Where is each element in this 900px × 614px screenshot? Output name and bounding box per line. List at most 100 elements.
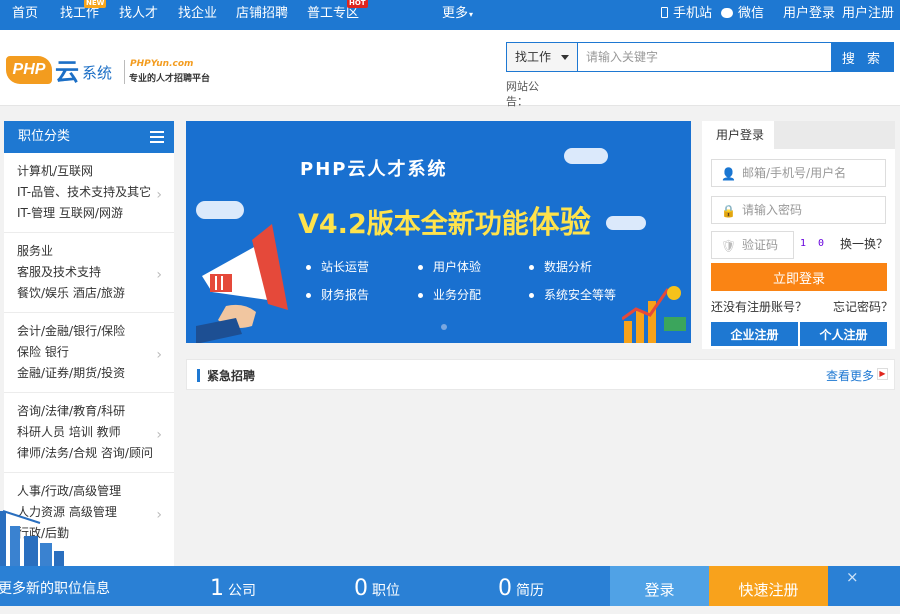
category-heading[interactable]: 服务业: [17, 241, 174, 262]
site-notice-label: 网站公告：: [506, 80, 539, 108]
user-icon: 👤: [721, 167, 736, 181]
nav-find-job-label: 找工作: [60, 6, 100, 21]
sidebar-title: 职位分类: [18, 129, 71, 144]
view-more-link[interactable]: 查看更多: [826, 367, 874, 384]
password-input[interactable]: [742, 197, 882, 223]
banner-feature: 系统安全等等: [529, 286, 616, 303]
logo-slogan: 专业的人才招聘平台: [129, 74, 211, 84]
resume-count-stat: 0 简历: [498, 566, 544, 606]
nav-more[interactable]: 更多▾: [442, 0, 473, 30]
nav-home[interactable]: 首页: [12, 0, 38, 30]
login-panel: 用户登录 👤 🔒 🛡 1 0 6 换一换？ 立即登录 还没有注册账号？ 忘记密码…: [702, 121, 895, 349]
refresh-captcha-link[interactable]: 换一换？: [840, 235, 888, 252]
chevron-right-icon: ›: [156, 187, 162, 203]
shield-icon: 🛡: [721, 239, 737, 253]
top-navigation: 首页 找工作 NEW 找人才 找企业 店铺招聘 普工专区 HOT 更多▾ 手机站 微…: [0, 0, 900, 30]
category-line[interactable]: 餐饮/娱乐 酒店/旅游: [17, 283, 174, 304]
forgot-password-link[interactable]: 忘记密码？: [833, 298, 893, 315]
password-field[interactable]: 🔒: [711, 196, 886, 224]
close-icon[interactable]: ×: [846, 568, 859, 586]
captcha-image[interactable]: 1 0 6: [800, 232, 840, 273]
category-group[interactable]: 咨询/法律/教育/科研 科研人员 培训 教师 律师/法务/合规 咨询/顾问 ›: [4, 393, 174, 473]
category-line[interactable]: IT-品管、技术支持及其它: [17, 182, 174, 203]
chevron-right-icon: ›: [156, 427, 162, 443]
section-marker: [197, 369, 200, 382]
arrow-right-icon[interactable]: ▶: [877, 368, 888, 380]
list-menu-icon: [150, 131, 164, 143]
username-input[interactable]: [742, 160, 882, 186]
category-heading[interactable]: 会计/金融/银行/保险: [17, 321, 174, 342]
banner-feature: 用户体验: [418, 258, 481, 275]
mobile-site-label: 手机站: [673, 6, 713, 21]
banner-headline-emphasis: 体验: [528, 205, 591, 241]
bottom-prefix-text: 更多新的职位信息: [0, 581, 110, 597]
company-register-button[interactable]: 企业注册: [711, 322, 798, 346]
banner-feature: 财务报告: [306, 286, 369, 303]
captcha-field[interactable]: 🛡: [711, 231, 794, 259]
user-login-link[interactable]: 用户登录: [783, 0, 835, 30]
category-group[interactable]: 会计/金融/银行/保险 保险 银行 金融/证券/期货/投资 ›: [4, 313, 174, 393]
category-group[interactable]: 服务业 客服及技术支持 餐饮/娱乐 酒店/旅游 ›: [4, 233, 174, 313]
wechat-icon: [721, 8, 733, 18]
sidebar-header: 职位分类: [4, 121, 174, 153]
chevron-right-icon: ›: [156, 267, 162, 283]
promo-banner[interactable]: PHP云人才系统 V4.2版本全新功能体验 站长运营 用户体验 数据分析 财务报…: [186, 121, 691, 343]
nav-general-worker-label: 普工专区: [307, 6, 360, 21]
no-account-link[interactable]: 还没有注册账号？: [711, 298, 807, 315]
category-heading[interactable]: 咨询/法律/教育/科研: [17, 401, 174, 422]
wechat-label: 微信: [738, 6, 765, 21]
chevron-right-icon: ›: [156, 507, 162, 523]
banner-title: PHP云人才系统: [300, 159, 448, 180]
search-type-select[interactable]: 找工作: [506, 42, 578, 72]
login-submit-button[interactable]: 立即登录: [711, 263, 887, 291]
job-count-stat: 0 职位: [354, 566, 400, 606]
category-heading[interactable]: 计算机/互联网: [17, 161, 174, 182]
nav-find-company[interactable]: 找企业: [178, 0, 217, 30]
logo-php-mark: PHP: [6, 56, 52, 84]
banner-feature: 数据分析: [529, 258, 592, 275]
header: PHP 云 系统 PHPYun.com 专业的人才招聘平台 找工作 搜 索 网站…: [0, 30, 900, 108]
logo-divider: [124, 60, 125, 84]
caret-down-icon: ▾: [469, 10, 474, 19]
nav-general-worker[interactable]: 普工专区 HOT: [307, 0, 368, 30]
carousel-dot[interactable]: [441, 324, 447, 330]
company-count-stat: 1 公司: [210, 566, 256, 606]
captcha-input[interactable]: [742, 232, 790, 258]
category-line[interactable]: 律师/法务/合规 咨询/顾问: [17, 443, 174, 464]
cloud-decoration: [564, 148, 608, 164]
banner-feature: 站长运营: [306, 258, 369, 275]
username-field[interactable]: 👤: [711, 159, 886, 187]
quick-register-button[interactable]: 快速注册: [709, 566, 828, 606]
job-count: 0: [354, 576, 368, 601]
search-input[interactable]: [578, 42, 832, 72]
logo-yun-mark: 云: [55, 58, 79, 86]
urgent-jobs-title: 紧急招聘: [207, 369, 256, 383]
nav-find-job[interactable]: 找工作 NEW: [60, 0, 107, 30]
resume-count-label: 简历: [516, 583, 544, 599]
growth-chart-icon: [622, 286, 686, 343]
category-line[interactable]: 金融/证券/期货/投资: [17, 363, 174, 384]
wechat-link[interactable]: 微信: [721, 0, 764, 30]
personal-register-button[interactable]: 个人注册: [800, 322, 887, 346]
hot-badge: HOT: [347, 0, 368, 8]
nav-more-label: 更多: [442, 6, 469, 21]
banner-headline: V4.2版本全新功能体验: [298, 197, 591, 242]
job-category-sidebar: 职位分类 计算机/互联网 IT-品管、技术支持及其它 IT-管理 互联网/网游 …: [0, 121, 174, 571]
category-line[interactable]: 保险 银行: [17, 342, 174, 363]
category-line[interactable]: 科研人员 培训 教师: [17, 422, 174, 443]
nav-shop-recruit[interactable]: 店铺招聘: [236, 0, 288, 30]
search-type-value: 找工作: [515, 50, 552, 64]
company-count: 1: [210, 576, 224, 601]
category-line[interactable]: 客服及技术支持: [17, 262, 174, 283]
user-register-link[interactable]: 用户注册: [842, 0, 894, 30]
search-button[interactable]: 搜 索: [832, 42, 894, 72]
city-skyline-illustration: [0, 510, 64, 571]
caret-down-icon: [561, 55, 569, 60]
tab-user-login[interactable]: 用户登录: [702, 121, 774, 149]
category-line[interactable]: IT-管理 互联网/网游: [17, 203, 174, 224]
bottom-login-button[interactable]: 登录: [610, 566, 709, 606]
category-group[interactable]: 计算机/互联网 IT-品管、技术支持及其它 IT-管理 互联网/网游 ›: [4, 153, 174, 233]
nav-find-talent[interactable]: 找人才: [119, 0, 158, 30]
mobile-site-link[interactable]: 手机站: [661, 0, 712, 30]
login-tab-bar: 用户登录: [702, 121, 895, 149]
